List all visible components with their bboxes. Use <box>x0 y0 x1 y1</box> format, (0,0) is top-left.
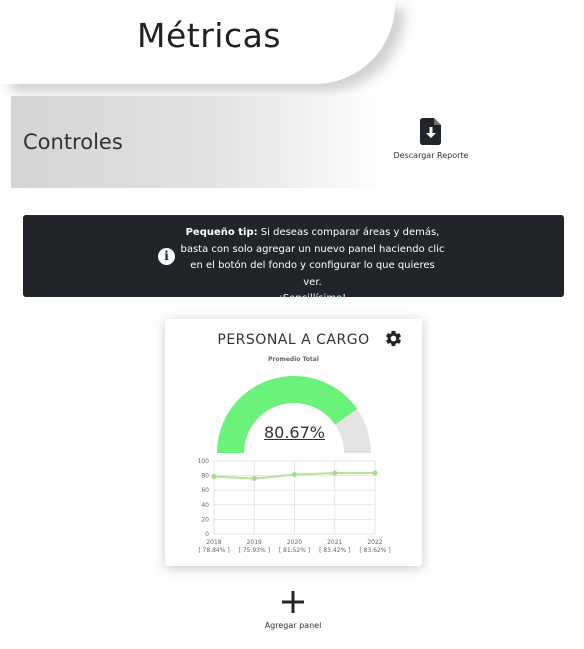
x-tick-sublabel: [ 83.42% ] <box>319 547 350 554</box>
info-icon: i <box>158 248 175 265</box>
x-tick-label: 2022 <box>367 539 382 546</box>
data-point <box>332 470 338 476</box>
x-tick-label: 2018 <box>206 539 221 546</box>
y-tick-label: 60 <box>201 487 209 494</box>
plus-icon <box>282 591 304 613</box>
x-tick-sublabel: [ 83.62% ] <box>359 547 390 554</box>
y-tick-label: 80 <box>201 473 209 480</box>
y-tick-label: 100 <box>198 458 210 465</box>
x-tick-label: 2020 <box>287 539 302 546</box>
file-download-icon <box>420 118 441 145</box>
x-tick-label: 2021 <box>327 539 342 546</box>
y-tick-label: 40 <box>201 502 209 509</box>
metric-panel: PERSONAL A CARGO Promedio Total 80.67% 0… <box>165 319 422 566</box>
tip-line-4: ¡Sencillísimo! <box>278 293 347 304</box>
tip-line-1: Si deseas comparar áreas y demás, <box>260 227 440 238</box>
tip-text: Pequeño tip: Si deseas comparar áreas y … <box>180 225 445 308</box>
add-panel-button[interactable]: Agregar panel <box>255 591 331 630</box>
tip-bold: Pequeño tip: <box>185 227 258 238</box>
tip-line-2: basta con solo agregar un nuevo panel ha… <box>180 243 445 255</box>
data-point <box>251 476 257 482</box>
page-title-tab: Métricas <box>0 0 395 84</box>
add-panel-label: Agregar panel <box>264 621 322 630</box>
y-tick-label: 20 <box>201 516 209 523</box>
download-report-button[interactable]: Descargar Reporte <box>388 118 474 160</box>
x-tick-sublabel: [ 81.52% ] <box>279 547 310 554</box>
tip-line-3: en el botón del fondo y configurar lo qu… <box>190 260 435 288</box>
controls-bar: Controles <box>11 96 386 188</box>
data-point <box>292 471 297 477</box>
x-tick-label: 2019 <box>247 539 262 546</box>
controls-label: Controles <box>23 130 123 154</box>
data-point <box>372 470 378 476</box>
y-tick-label: 0 <box>205 531 209 538</box>
page-title: Métricas <box>137 16 282 55</box>
line-chart: 0 20 40 60 80 100 2018[ 78.84% ] 2019[ 75.93% ]… <box>198 458 391 554</box>
x-tick-sublabel: [ 75.93% ] <box>239 547 270 554</box>
x-tick-sublabel: [ 78.84% ] <box>198 547 229 554</box>
download-report-label: Descargar Reporte <box>393 151 469 160</box>
data-point <box>211 473 217 479</box>
